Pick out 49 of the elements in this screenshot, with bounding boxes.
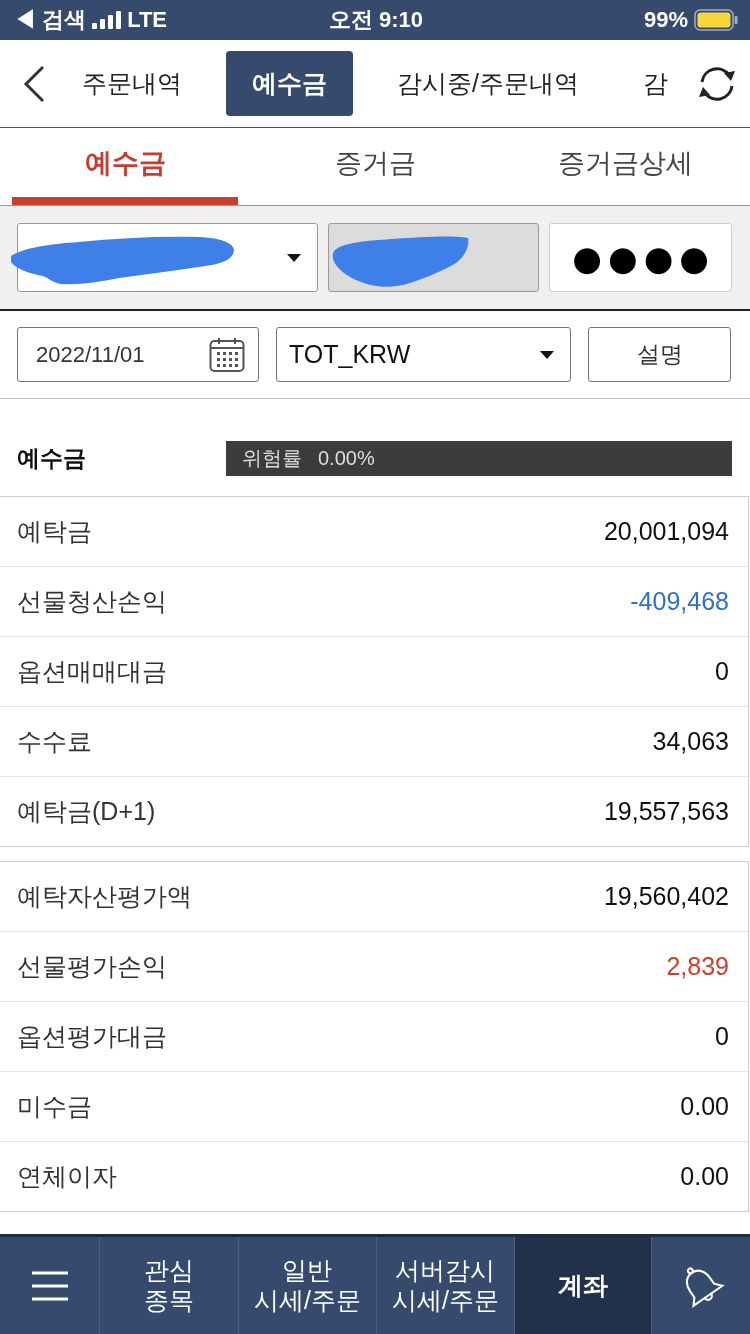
- help-button[interactable]: 설명: [588, 327, 731, 382]
- top-tab[interactable]: 감시중/주문내역: [377, 51, 599, 116]
- dropdown-caret-icon: [286, 253, 301, 262]
- row-label: 선물청산손익: [17, 586, 167, 617]
- battery-percent: 99%: [643, 7, 688, 33]
- dropdown-caret-icon: [540, 350, 554, 359]
- nav-tab[interactable]: 관심 종목: [99, 1237, 238, 1334]
- sub-tab[interactable]: 증거금상세: [512, 128, 738, 205]
- date-field[interactable]: 2022/11/01: [17, 327, 259, 382]
- row-label: 예탁금: [17, 516, 92, 547]
- row-value: 0: [715, 657, 729, 686]
- row-value: 19,557,563: [603, 797, 729, 826]
- battery-icon: [694, 9, 738, 31]
- risk-value: 0.00%: [318, 447, 375, 470]
- top-tab[interactable]: 감: [622, 51, 688, 116]
- row-label: 예탁금(D+1): [17, 796, 156, 827]
- row-value: 2,839: [666, 952, 729, 981]
- back-chevron-icon[interactable]: [22, 63, 46, 104]
- row-label: 선물평가손익: [17, 951, 167, 982]
- back-to-search-link[interactable]: ◀ 검색: [14, 5, 87, 35]
- row-label: 연체이자: [17, 1161, 117, 1192]
- row-label: 옵션매매대금: [17, 656, 167, 687]
- row-value: 34,063: [652, 727, 729, 756]
- currency-dropdown[interactable]: TOT_KRW: [276, 327, 571, 382]
- top-tab[interactable]: 예수금: [226, 51, 353, 116]
- row-label: 예탁자산평가액: [17, 881, 192, 912]
- row-label: 미수금: [17, 1091, 92, 1122]
- nav-tab[interactable]: 계좌: [514, 1237, 651, 1334]
- risk-label: 위험률: [242, 446, 302, 471]
- section-title: 예수금: [17, 444, 87, 473]
- status-time: 오전 9:10: [328, 6, 424, 34]
- row-value: 0: [715, 1022, 729, 1051]
- row-value: -409,468: [630, 587, 729, 616]
- password-field[interactable]: ●●●●: [549, 223, 732, 292]
- date-value: 2022/11/01: [36, 341, 145, 368]
- row-value: 0.00: [680, 1092, 729, 1121]
- menu-icon: [31, 1270, 68, 1301]
- row-value: 0.00: [680, 1162, 729, 1191]
- row-value: 19,560,402: [603, 882, 729, 911]
- row-label: 옵션평가대금: [17, 1021, 167, 1052]
- calendar-icon[interactable]: [209, 336, 245, 373]
- top-tab[interactable]: 주문내역: [62, 51, 202, 116]
- network-label: LTE: [127, 7, 168, 33]
- currency-value: TOT_KRW: [289, 340, 411, 369]
- signal-icon: [92, 11, 122, 29]
- sub-tab[interactable]: 증거금: [262, 128, 488, 205]
- row-value: 20,001,094: [603, 517, 729, 546]
- nav-tab[interactable]: 일반 시세/주문: [238, 1237, 376, 1334]
- row-label: 수수료: [17, 726, 92, 757]
